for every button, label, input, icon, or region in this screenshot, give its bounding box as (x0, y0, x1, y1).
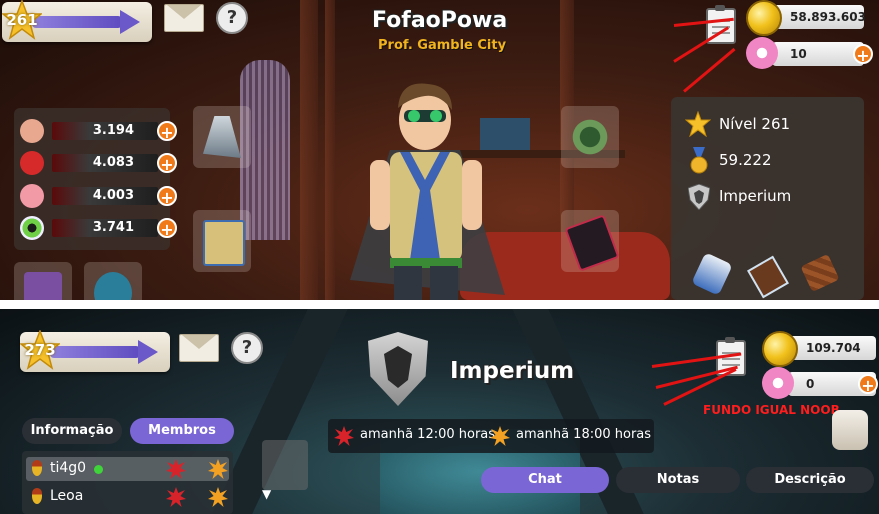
wall-stripe (300, 0, 318, 300)
scout-uniform-icon (203, 220, 245, 266)
member-row[interactable]: Leoa (26, 485, 229, 509)
attack-burst-icon (334, 426, 354, 446)
member-name: ti4g0 (50, 460, 87, 476)
stat-row-intelligence: 4.003 + (20, 184, 180, 208)
player-avatar[interactable] (330, 80, 520, 300)
coin-amount: 109.704 (806, 341, 861, 355)
cape-icon (203, 116, 241, 158)
tab-descricao[interactable]: Descrição (746, 467, 874, 493)
muscle-icon (20, 119, 44, 143)
gang-events-panel: amanhã 12:00 horas amanhã 18:00 horas (328, 419, 654, 453)
coin-counter: 58.893.603 (772, 5, 866, 29)
device-icon (564, 214, 620, 272)
eye-icon (20, 216, 44, 240)
tab-chat[interactable]: Chat (481, 467, 609, 493)
stat-value: 4.083 (92, 155, 134, 170)
inventory-slot[interactable] (84, 262, 142, 300)
donut-icon (746, 37, 778, 69)
stat-row-strength: 3.194 + (20, 119, 180, 143)
info-medals-value: 59.222 (719, 151, 772, 169)
equipment-slot-device[interactable] (561, 210, 620, 272)
coin-icon (746, 0, 782, 36)
add-stat-button[interactable]: + (157, 186, 177, 207)
donut-icon (762, 367, 794, 399)
attack-burst-icon (166, 487, 186, 507)
stat-value: 3.741 (92, 220, 134, 235)
stat-row-perception: 3.741 + (20, 216, 180, 240)
member-name: Leoa (50, 488, 84, 504)
gadget-icon (94, 272, 132, 300)
helmet-icon (20, 151, 44, 175)
info-level-label: Nível 261 (719, 115, 791, 133)
tab-membros[interactable]: Membros (130, 418, 234, 444)
chevron-down-icon[interactable]: ▼ (262, 487, 271, 501)
buy-donuts-button[interactable]: + (853, 44, 873, 65)
chocolate-icon[interactable] (747, 255, 789, 299)
gang-portrait-frame[interactable] (262, 440, 308, 490)
add-stat-button[interactable]: + (157, 218, 177, 239)
medal-icon (690, 147, 708, 174)
rank-medal-icon (32, 460, 42, 476)
defense-burst-icon (208, 459, 228, 479)
annotation-text: FUNDO IGUAL NOOB (703, 403, 840, 417)
level-number: 261 (6, 11, 38, 29)
laptop-icon (24, 272, 62, 300)
buy-donuts-button[interactable]: + (858, 374, 878, 395)
tab-notas[interactable]: Notas (616, 467, 740, 493)
player-name: FofaoPowa (372, 8, 508, 33)
annotation-arrow (683, 47, 736, 93)
add-stat-button[interactable]: + (157, 121, 177, 142)
donut-amount: 0 (806, 377, 815, 391)
donut-counter: 10 (772, 42, 864, 66)
info-gang-name: Imperium (719, 187, 792, 205)
gang-title: Imperium (450, 358, 575, 384)
members-list: ti4g0 Leoa (22, 451, 233, 514)
donut-amount: 10 (790, 47, 807, 61)
event-time-second: amanhã 18:00 horas (516, 427, 652, 442)
equipment-slot-gadget[interactable] (561, 106, 619, 168)
star-icon (685, 111, 711, 137)
mail-icon[interactable] (164, 4, 204, 32)
attack-burst-icon (166, 459, 186, 479)
brain-icon (20, 184, 44, 208)
city-name: Prof. Gamble City (378, 38, 507, 53)
equipment-slot-uniform[interactable] (193, 210, 251, 272)
stat-value: 4.003 (92, 188, 134, 203)
level-star-badge: 261 (0, 0, 44, 40)
add-stat-button[interactable]: + (157, 153, 177, 174)
stat-value: 3.194 (92, 123, 134, 138)
stat-row-defense: 4.083 + (20, 151, 180, 175)
stats-panel: 3.194 + 4.083 + 4.003 + 3.741 + (14, 108, 177, 250)
online-status-icon (94, 465, 103, 474)
fist-icon[interactable] (832, 410, 868, 450)
energy-can-icon[interactable] (691, 252, 733, 296)
event-time-first: amanhã 12:00 horas (360, 427, 496, 442)
member-row[interactable]: ti4g0 (26, 457, 229, 481)
tab-informacao[interactable]: Informação (22, 418, 122, 444)
rank-medal-icon (32, 488, 42, 504)
level-star-badge: 273 (18, 328, 62, 370)
profile-screen: 261 ? FofaoPowa Prof. Gamble City 58.893… (0, 0, 879, 300)
equipment-slot-cape[interactable] (193, 106, 251, 168)
coin-amount: 58.893.603 (790, 10, 866, 24)
help-button[interactable]: ? (231, 332, 263, 364)
gang-shield-icon (688, 184, 710, 210)
coin-counter: 109.704 (788, 336, 876, 360)
help-button[interactable]: ? (216, 2, 248, 34)
ring-gadget-icon (571, 116, 609, 158)
level-number: 273 (24, 341, 56, 359)
coin-icon (762, 331, 798, 367)
mail-icon[interactable] (179, 334, 219, 362)
defense-burst-icon (208, 487, 228, 507)
player-info-panel: Nível 261 59.222 Imperium (671, 97, 864, 300)
inventory-slot[interactable] (14, 262, 72, 300)
chocolate-bar-icon[interactable] (800, 253, 840, 293)
